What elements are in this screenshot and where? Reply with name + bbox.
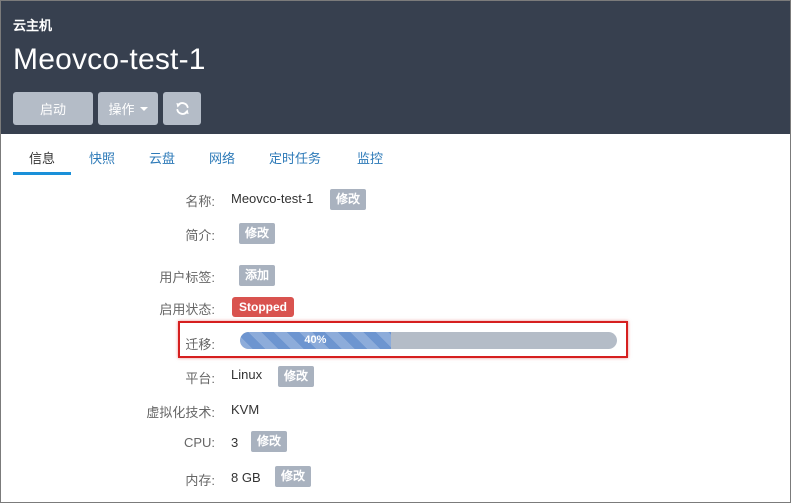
cpu-value: 3: [231, 435, 239, 450]
tab-network[interactable]: 网络: [209, 148, 235, 167]
platform-value: Linux: [231, 367, 263, 382]
operations-dropdown-button[interactable]: 操作: [98, 92, 158, 125]
user-tags-label: 用户标签:: [159, 270, 215, 285]
tab-info[interactable]: 信息: [29, 148, 55, 167]
tab-bar: 信息 快照 云盘 网络 定时任务 监控: [1, 134, 790, 176]
caret-down-icon: [139, 106, 148, 111]
breadcrumb[interactable]: 云主机: [13, 15, 52, 34]
refresh-icon: [175, 102, 189, 115]
add-user-tag-button[interactable]: 添加: [239, 265, 276, 286]
page-title: Meovco-test-1: [13, 43, 206, 76]
start-button-label: 启动: [39, 102, 66, 117]
memory-label: 内存:: [185, 473, 215, 488]
platform-label: 平台:: [185, 371, 215, 386]
cpu-label: CPU:: [183, 435, 215, 450]
active-tab-indicator: [13, 172, 71, 175]
page-header: 云主机 Meovco-test-1 启动 操作: [1, 1, 790, 134]
tab-snapshots[interactable]: 快照: [89, 148, 115, 167]
edit-platform-button[interactable]: 修改: [278, 366, 315, 387]
status-badge: Stopped: [232, 297, 294, 317]
name-label: 名称:: [185, 194, 215, 209]
instance-detail-panel: 云主机 Meovco-test-1 启动 操作 信息 快照 云盘 网络 定时任务…: [0, 0, 791, 503]
migration-progress-text: 40%: [304, 334, 327, 346]
migration-progress-bar: 40%: [240, 332, 617, 349]
tab-monitoring[interactable]: 监控: [357, 148, 383, 167]
virtualization-label: 虚拟化技术:: [146, 405, 215, 420]
tab-volumes[interactable]: 云盘: [149, 148, 175, 167]
start-button[interactable]: 启动: [13, 92, 93, 125]
edit-cpu-button[interactable]: 修改: [251, 431, 288, 452]
operations-button-label: 操作: [108, 102, 135, 117]
refresh-button[interactable]: [163, 92, 201, 125]
description-label: 简介:: [185, 228, 215, 243]
migration-label: 迁移:: [185, 337, 215, 352]
tab-scheduled-tasks[interactable]: 定时任务: [269, 148, 321, 167]
virtualization-value: KVM: [231, 402, 260, 417]
name-value: Meovco-test-1: [231, 191, 314, 206]
edit-memory-button[interactable]: 修改: [275, 466, 312, 487]
edit-description-button[interactable]: 修改: [239, 223, 276, 244]
edit-name-button[interactable]: 修改: [330, 189, 367, 210]
memory-value: 8 GB: [231, 470, 261, 485]
enable-state-label: 启用状态:: [159, 302, 215, 317]
